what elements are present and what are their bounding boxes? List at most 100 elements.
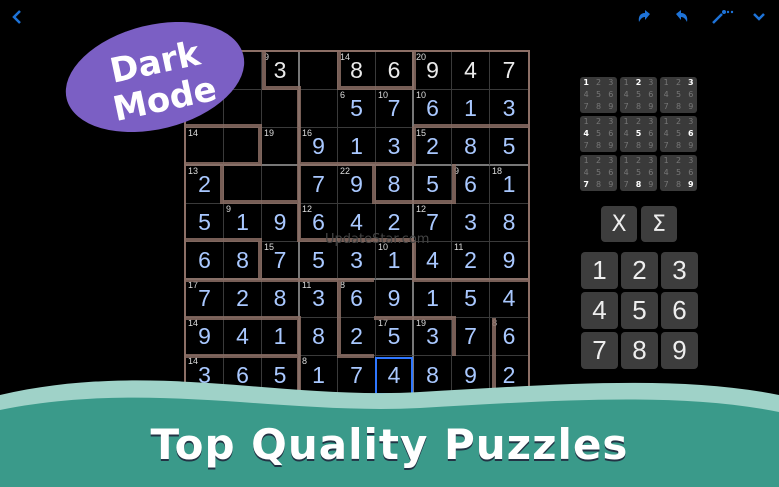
board-cell[interactable]: 7 — [452, 318, 490, 356]
candidate-digit: 2 — [635, 156, 642, 165]
board-cell[interactable] — [300, 90, 338, 128]
cell-value: 9 — [198, 323, 211, 349]
board-cell[interactable]: 15 7 — [262, 242, 300, 280]
board-cell[interactable]: 8 — [376, 166, 414, 204]
board-cell[interactable]: 1 — [262, 318, 300, 356]
board-cell[interactable]: 10 1 — [376, 242, 414, 280]
board-cell[interactable]: 4 — [414, 242, 452, 280]
board-cell[interactable]: 65 — [338, 90, 376, 128]
board-cell[interactable]: 8 — [300, 318, 338, 356]
board-cell[interactable]: 2 — [224, 280, 262, 318]
board-cell[interactable]: 8 — [490, 204, 528, 242]
hint-button[interactable] — [708, 4, 738, 30]
board-cell[interactable]: 14 8 — [338, 52, 376, 90]
board-cell[interactable]: 2 — [338, 318, 376, 356]
candidate-digit: 6 — [648, 129, 654, 138]
board-cell[interactable]: 18 1 — [490, 166, 528, 204]
board-cell[interactable]: 5 — [490, 128, 528, 166]
clear-button[interactable]: X — [601, 206, 637, 242]
board-cell[interactable]: 7 — [300, 166, 338, 204]
keypad-digit-8[interactable]: 8 — [621, 332, 658, 369]
board-cell[interactable] — [300, 52, 338, 90]
board-cell[interactable]: 9 — [490, 242, 528, 280]
board-cell[interactable]: 9 — [262, 204, 300, 242]
keypad-digit-7[interactable]: 7 — [581, 332, 618, 369]
board-cell[interactable] — [224, 128, 262, 166]
board-cell[interactable]: 22 9 — [338, 166, 376, 204]
candidate-digit: 7 — [663, 141, 669, 150]
board-cell[interactable]: 5 — [300, 242, 338, 280]
board-cell[interactable]: 8 — [452, 128, 490, 166]
board-cell[interactable]: 5 — [186, 204, 224, 242]
board-cell[interactable]: 10 7 — [376, 90, 414, 128]
keypad-digit-2[interactable]: 2 — [621, 252, 658, 289]
board-cell[interactable]: 5 — [414, 166, 452, 204]
candidate-button[interactable]: 123 456 789 — [620, 155, 657, 191]
board-cell[interactable]: 3 — [338, 242, 376, 280]
board-cell[interactable]: 9 — [376, 280, 414, 318]
board-cell[interactable]: 10 6 — [414, 90, 452, 128]
board-cell[interactable]: 11 3 — [300, 280, 338, 318]
board-cell[interactable]: 4 — [452, 52, 490, 90]
menu-button[interactable] — [746, 4, 772, 30]
board-cell[interactable]: 86 — [490, 318, 528, 356]
redo-button[interactable] — [668, 4, 694, 30]
board-cell[interactable] — [262, 166, 300, 204]
board-cell[interactable]: 11 2 — [452, 242, 490, 280]
board-cell[interactable]: 19 3 — [414, 318, 452, 356]
board-cell[interactable]: 1 — [338, 128, 376, 166]
board-cell[interactable]: 4 — [490, 280, 528, 318]
candidate-button[interactable]: 123 456 789 — [580, 155, 617, 191]
keypad-digit-9[interactable]: 9 — [661, 332, 698, 369]
board-cell[interactable]: 8 — [262, 280, 300, 318]
keypad-digit-6[interactable]: 6 — [661, 292, 698, 329]
board-cell[interactable] — [262, 90, 300, 128]
cage-sum: 12 — [416, 204, 427, 214]
board-cell[interactable]: 3 — [376, 128, 414, 166]
board-cell[interactable]: 20 9 — [414, 52, 452, 90]
board-cell[interactable] — [224, 166, 262, 204]
candidate-button[interactable]: 123 456 789 — [660, 77, 697, 113]
board-cell[interactable]: 4 — [224, 318, 262, 356]
board-cell[interactable]: 14 9 — [186, 318, 224, 356]
candidate-digit: 6 — [648, 90, 654, 99]
board-cell[interactable]: 3 — [452, 204, 490, 242]
sum-button[interactable]: Σ — [641, 206, 677, 242]
keypad-digit-4[interactable]: 4 — [581, 292, 618, 329]
board-cell[interactable]: 16 9 — [300, 128, 338, 166]
board-cell[interactable]: 1 — [452, 90, 490, 128]
candidate-button[interactable]: 123 456 789 — [620, 116, 657, 152]
board-cell[interactable]: 93 — [262, 52, 300, 90]
cell-value: 9 — [350, 171, 363, 197]
candidate-button[interactable]: 123 456 789 — [660, 116, 697, 152]
cell-value: 6 — [387, 57, 401, 83]
board-cell[interactable]: 3 — [490, 90, 528, 128]
board-cell[interactable]: 6 — [376, 52, 414, 90]
board-cell[interactable]: 14 — [186, 128, 224, 166]
board-cell[interactable]: 7 — [490, 52, 528, 90]
candidate-button[interactable]: 123 456 789 — [580, 77, 617, 113]
undo-button[interactable] — [632, 4, 658, 30]
cell-value: 1 — [273, 323, 287, 349]
candidate-digit: 4 — [583, 129, 589, 138]
board-cell[interactable]: 17 5 — [376, 318, 414, 356]
candidate-button[interactable]: 123 456 789 — [660, 155, 697, 191]
board-cell[interactable]: 86 — [338, 280, 376, 318]
board-cell[interactable]: 91 — [224, 204, 262, 242]
candidate-button[interactable]: 123 456 789 — [580, 116, 617, 152]
board-cell[interactable]: 13 2 — [186, 166, 224, 204]
board-cell[interactable]: 96 — [452, 166, 490, 204]
board-cell[interactable]: 17 7 — [186, 280, 224, 318]
board-cell[interactable]: 5 — [452, 280, 490, 318]
keypad-digit-1[interactable]: 1 — [581, 252, 618, 289]
board-cell[interactable]: 6 — [186, 242, 224, 280]
board-cell[interactable]: 1 — [414, 280, 452, 318]
keypad-digit-5[interactable]: 5 — [621, 292, 658, 329]
keypad-digit-3[interactable]: 3 — [661, 252, 698, 289]
candidate-button[interactable]: 123 456 789 — [620, 77, 657, 113]
board-cell[interactable]: 19 — [262, 128, 300, 166]
back-button[interactable] — [4, 4, 30, 30]
board-cell[interactable]: 15 2 — [414, 128, 452, 166]
candidate-digit: 7 — [583, 102, 589, 111]
board-cell[interactable]: 8 — [224, 242, 262, 280]
